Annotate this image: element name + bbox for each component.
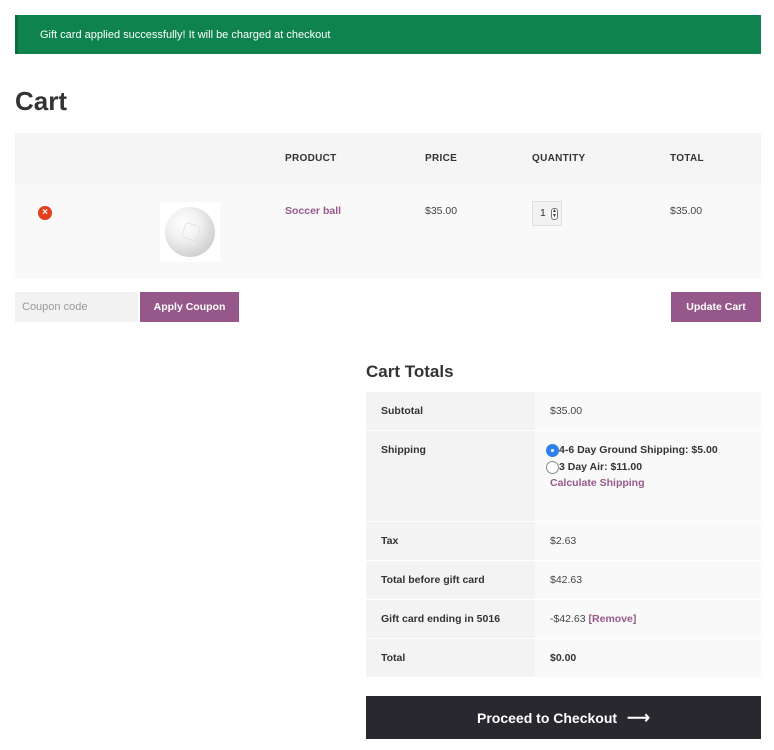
subtotal-label: Subtotal — [366, 392, 535, 430]
cart-table-header: PRODUCT PRICE QUANTITY TOTAL — [15, 133, 761, 184]
shipping-option-ground-label: 4-6 Day Ground Shipping: $5.00 — [559, 444, 718, 456]
shipping-row: Shipping 4-6 Day Ground Shipping: $5.00 … — [366, 431, 761, 522]
remove-item-icon[interactable]: × — [38, 206, 52, 220]
apply-coupon-button[interactable]: Apply Coupon — [140, 292, 239, 322]
subtotal-value: $35.00 — [535, 392, 761, 430]
calculate-shipping-link[interactable]: Calculate Shipping — [550, 477, 645, 489]
product-name-link[interactable]: Soccer ball — [285, 205, 341, 217]
shipping-option-ground[interactable]: 4-6 Day Ground Shipping: $5.00 — [546, 442, 761, 458]
checkout-label: Proceed to Checkout — [477, 709, 618, 726]
gift-card-value-cell: -$42.63 [Remove] — [535, 600, 761, 638]
spinner-arrows-icon[interactable]: ▲ ▼ — [551, 208, 558, 220]
quantity-value: 1 — [540, 207, 546, 219]
radio-unselected-icon[interactable] — [546, 460, 559, 474]
gift-card-value: -$42.63 — [550, 613, 586, 625]
header-quantity: QUANTITY — [532, 153, 586, 164]
subtotal-row: Subtotal $35.00 — [366, 392, 761, 431]
success-notice: Gift card applied successfully! It will … — [15, 15, 761, 54]
tax-label: Tax — [366, 522, 535, 560]
coupon-code-input[interactable] — [15, 292, 138, 322]
tax-value: $2.63 — [535, 522, 761, 560]
total-before-gift-label: Total before gift card — [366, 561, 535, 599]
cart-totals-title: Cart Totals — [366, 362, 454, 381]
radio-selected-icon[interactable] — [546, 443, 559, 457]
gift-card-label: Gift card ending in 5016 — [366, 600, 535, 638]
update-cart-button[interactable]: Update Cart — [671, 292, 761, 322]
header-product: PRODUCT — [285, 153, 337, 164]
page-title: Cart — [15, 86, 68, 116]
order-total-row: Total $0.00 — [366, 639, 761, 678]
order-total-value: $0.00 — [535, 639, 761, 677]
header-price: PRICE — [425, 153, 458, 164]
notice-message: Gift card applied successfully! It will … — [40, 28, 331, 41]
remove-gift-card-link[interactable]: [Remove] — [589, 613, 637, 625]
cart-totals-table: Subtotal $35.00 Shipping 4-6 Day Ground … — [366, 392, 761, 678]
shipping-option-air[interactable]: 3 Day Air: $11.00 — [546, 459, 761, 475]
soccer-ball-image — [165, 207, 215, 257]
total-before-gift-value: $42.63 — [535, 561, 761, 599]
quantity-stepper[interactable]: 1 ▲ ▼ — [532, 201, 562, 226]
arrow-right-icon: ⟶ — [627, 709, 650, 727]
tax-row: Tax $2.63 — [366, 522, 761, 561]
cart-item-row: × Soccer ball $35.00 1 ▲ ▼ $35.00 — [15, 184, 761, 279]
item-total: $35.00 — [670, 205, 703, 217]
shipping-options: 4-6 Day Ground Shipping: $5.00 3 Day Air… — [535, 431, 761, 521]
shipping-option-air-label: 3 Day Air: $11.00 — [559, 461, 643, 473]
item-price: $35.00 — [425, 205, 458, 217]
gift-card-row: Gift card ending in 5016 -$42.63 [Remove… — [366, 600, 761, 639]
total-before-gift-row: Total before gift card $42.63 — [366, 561, 761, 600]
proceed-to-checkout-button[interactable]: Proceed to Checkout ⟶ — [366, 696, 761, 739]
shipping-label: Shipping — [366, 431, 535, 521]
product-thumbnail[interactable] — [160, 202, 220, 262]
cart-table: PRODUCT PRICE QUANTITY TOTAL × Soccer ba… — [15, 133, 761, 279]
header-total: TOTAL — [670, 153, 704, 164]
order-total-label: Total — [366, 639, 535, 677]
